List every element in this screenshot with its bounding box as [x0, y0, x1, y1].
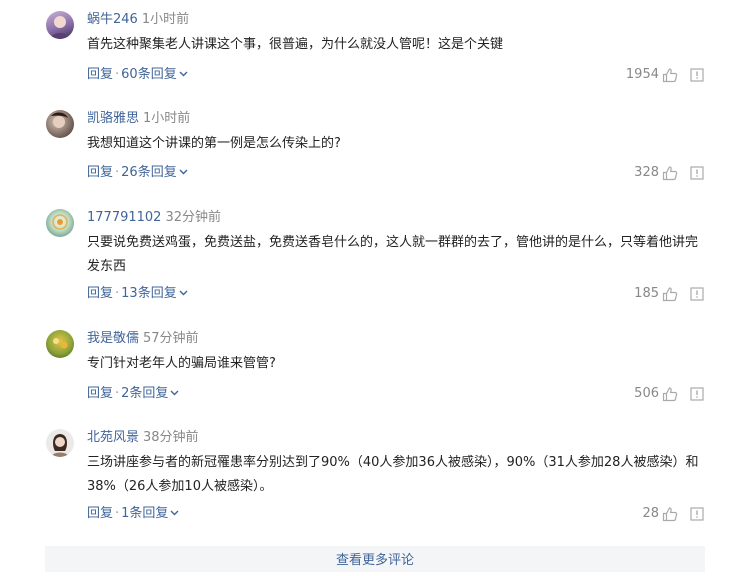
reply-button[interactable]: 回复 [87, 506, 113, 521]
like-count: 28 [642, 506, 659, 521]
like-count: 506 [634, 386, 659, 401]
view-replies-button[interactable]: 13条回复 [121, 286, 189, 301]
user-avatar[interactable] [46, 429, 74, 457]
like-button[interactable]: 506 [634, 385, 678, 403]
view-replies-button[interactable]: 26条回复 [121, 165, 189, 180]
comment-actions: 回复 · 26条回复 [87, 164, 189, 182]
thumbs-up-icon [662, 165, 678, 180]
comment-author[interactable]: 北苑风景 38分钟前 [87, 429, 199, 447]
reply-button[interactable]: 回复 [87, 386, 113, 401]
chevron-down-icon [179, 169, 188, 175]
comment-text: 只要说免费送鸡蛋，免费送盐，免费送香皂什么的，这人就一群群的去了，管他讲的是什么… [87, 235, 699, 274]
comment-time: 1小时前 [143, 111, 191, 126]
user-avatar[interactable] [46, 110, 74, 138]
user-avatar[interactable] [46, 11, 74, 39]
comment-actions: 回复 · 13条回复 [87, 285, 189, 303]
thumbs-up-icon [662, 506, 678, 521]
report-icon[interactable] [690, 68, 704, 82]
comment-time: 1小时前 [141, 12, 190, 27]
chevron-down-icon [170, 510, 179, 516]
reply-button[interactable]: 回复 [87, 286, 113, 301]
chevron-down-icon [170, 390, 179, 396]
view-replies-button[interactable]: 1条回复 [121, 506, 180, 521]
like-count: 328 [634, 165, 659, 180]
comment-time: 57分钟前 [143, 331, 199, 346]
chevron-down-icon [179, 290, 188, 296]
comment-actions: 回复 · 60条回复 [87, 66, 189, 84]
report-icon[interactable] [690, 166, 704, 180]
comment-time: 32分钟前 [165, 210, 221, 225]
comment-text: 首先这种聚集老人讲课这个事，很普遍，为什么就没人管呢！这是个关键 [87, 37, 504, 52]
comment-author[interactable]: 凯骆雅思 1小时前 [87, 110, 190, 128]
user-avatar[interactable] [46, 209, 74, 237]
comment-author[interactable]: 我是敬儒 57分钟前 [87, 330, 199, 348]
thumbs-up-icon [662, 67, 678, 82]
like-count: 185 [634, 286, 659, 301]
thumbs-up-icon [662, 386, 678, 401]
comment-time: 38分钟前 [143, 430, 199, 445]
comment-actions: 回复 · 2条回复 [87, 385, 180, 403]
like-button[interactable]: 328 [634, 164, 678, 182]
comment-text: 专门针对老年人的骗局谁来管管? [87, 356, 276, 371]
like-count: 1954 [625, 67, 659, 82]
view-more-comments-button[interactable]: 查看更多评论 [45, 546, 705, 572]
thumbs-up-icon [662, 286, 678, 301]
comment-author[interactable]: 蜗牛246 1小时前 [87, 11, 189, 29]
reply-button[interactable]: 回复 [87, 165, 113, 180]
view-replies-button[interactable]: 2条回复 [121, 386, 180, 401]
comment-text: 三场讲座参与者的新冠罹患率分别达到了90%（40人参加36人被感染），90%（3… [87, 455, 699, 494]
comment-text: 我想知道这个讲课的第一例是怎么传染上的? [87, 136, 341, 151]
like-button[interactable]: 1954 [626, 66, 678, 84]
like-button[interactable]: 185 [634, 285, 678, 303]
report-icon[interactable] [690, 287, 704, 301]
comment-author[interactable]: 177791102 32分钟前 [87, 209, 221, 227]
reply-button[interactable]: 回复 [87, 67, 113, 82]
chevron-down-icon [179, 71, 188, 77]
view-replies-button[interactable]: 60条回复 [121, 67, 189, 82]
report-icon[interactable] [690, 387, 704, 401]
like-button[interactable]: 28 [642, 505, 678, 523]
user-avatar[interactable] [46, 330, 74, 358]
comment-actions: 回复 · 1条回复 [87, 505, 180, 523]
report-icon[interactable] [690, 507, 704, 521]
